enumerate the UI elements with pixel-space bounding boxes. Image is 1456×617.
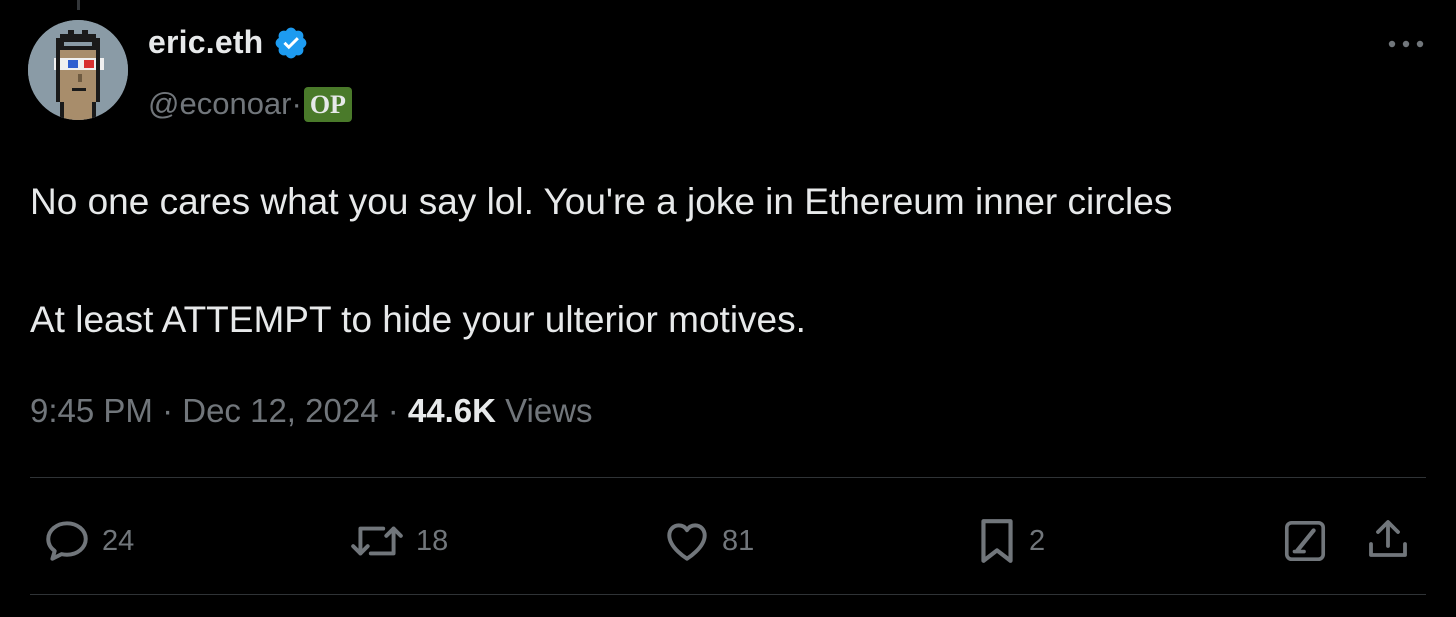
repost-count: 18 bbox=[416, 524, 449, 557]
avatar[interactable] bbox=[28, 20, 128, 120]
meta-separator: · bbox=[378, 392, 408, 429]
grok-button[interactable] bbox=[1282, 518, 1328, 564]
bookmark-button[interactable]: 2 bbox=[975, 516, 1045, 566]
tweet-meta: 9:45 PM · Dec 12, 2024 · 44.6K Views bbox=[30, 392, 593, 430]
repost-icon bbox=[351, 526, 403, 556]
tweet-time[interactable]: 9:45 PM bbox=[30, 392, 153, 429]
views-label: Views bbox=[495, 392, 593, 429]
author-display-name[interactable]: eric.eth bbox=[148, 24, 263, 61]
divider bbox=[30, 594, 1426, 595]
heart-icon bbox=[667, 523, 707, 561]
like-button[interactable]: 81 bbox=[662, 516, 754, 566]
reply-button[interactable]: 24 bbox=[42, 516, 134, 566]
tweet-text-paragraph: At least ATTEMPT to hide your ulterior m… bbox=[30, 299, 806, 340]
reply-count: 24 bbox=[102, 524, 135, 557]
handle-separator: · bbox=[291, 86, 302, 121]
more-horizontal-icon[interactable] bbox=[1386, 34, 1426, 54]
like-count: 81 bbox=[722, 524, 755, 557]
thread-connector-line bbox=[77, 0, 80, 10]
bookmark-icon bbox=[981, 519, 1013, 563]
pixel-punk-avatar-icon bbox=[28, 20, 128, 120]
divider bbox=[30, 477, 1426, 478]
meta-separator: · bbox=[152, 392, 183, 429]
bookmark-count: 2 bbox=[1029, 524, 1046, 557]
reply-icon bbox=[46, 521, 88, 561]
grok-icon bbox=[1284, 520, 1326, 562]
author-handle[interactable]: @econoar bbox=[148, 86, 292, 122]
author-name-row: eric.eth bbox=[148, 24, 309, 61]
verified-badge-icon bbox=[273, 25, 309, 61]
tweet-text-paragraph: No one cares what you say lol. You're a … bbox=[30, 181, 1173, 222]
share-icon bbox=[1369, 520, 1407, 557]
tweet-date[interactable]: Dec 12, 2024 bbox=[182, 392, 378, 429]
op-badge: OP bbox=[303, 86, 352, 122]
tweet-text: No one cares what you say lol. You're a … bbox=[30, 176, 1420, 346]
share-button[interactable] bbox=[1364, 516, 1412, 564]
views-count: 44.6K bbox=[407, 392, 496, 429]
repost-button[interactable]: 18 bbox=[348, 516, 448, 566]
author-handle-row: @econoar · OP bbox=[148, 86, 352, 122]
